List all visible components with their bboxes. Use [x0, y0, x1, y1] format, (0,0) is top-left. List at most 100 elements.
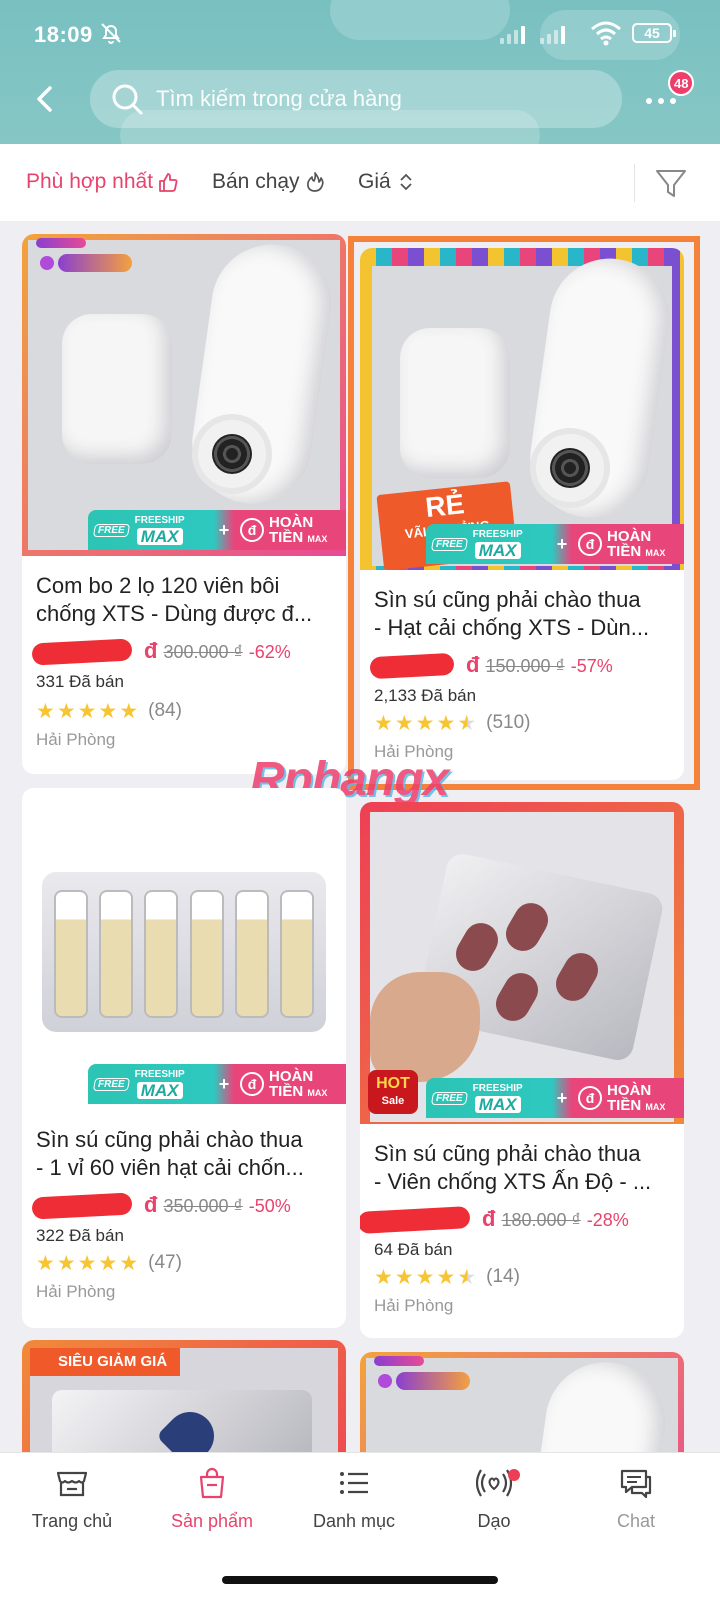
- shop-location: Hải Phòng: [36, 730, 116, 749]
- cashback-max-label: MAX: [307, 534, 328, 544]
- search-input[interactable]: [156, 86, 596, 112]
- battery-level: 45: [644, 25, 660, 41]
- sold-count: 322 Đã bán: [36, 1226, 124, 1245]
- nav-label: Sản phẩm: [170, 1511, 254, 1531]
- original-price: 300.000 ₫: [163, 642, 243, 662]
- star-icon: ★: [77, 699, 97, 723]
- shop-location: Hải Phòng: [36, 1282, 116, 1301]
- product-image: RẺ VÃI CHƯỞNG: [360, 248, 684, 570]
- star-icon: ★: [119, 1251, 139, 1275]
- cashback-d-icon: đ: [578, 1086, 602, 1110]
- freeship-tag: FREE: [430, 1091, 468, 1105]
- current-price: đ: [369, 652, 479, 680]
- shop-location: Hải Phòng: [374, 1296, 454, 1315]
- back-arrow-icon[interactable]: [28, 82, 62, 116]
- freeship-max-label: MAX: [474, 541, 521, 559]
- discount-percent: -62%: [248, 642, 291, 662]
- star-icon: ★: [98, 699, 118, 723]
- nav-chat[interactable]: Chat: [564, 1465, 708, 1545]
- sort-tab-label: Giá: [358, 170, 391, 193]
- signal-icon: [540, 24, 565, 44]
- cashback-label: HOÀN: [607, 1082, 652, 1099]
- star-icon: ★: [56, 699, 76, 723]
- star-icon: ★: [36, 699, 55, 723]
- signal-icon: [500, 24, 525, 44]
- original-price: 180.000 ₫: [501, 1210, 581, 1230]
- current-price: đ: [31, 638, 157, 666]
- freeship-label: FREESHIP: [134, 1068, 185, 1080]
- star-icon: ★: [394, 1265, 414, 1289]
- product-image: HOT Sale: [360, 802, 684, 1124]
- sort-tab-price[interactable]: Giá: [358, 170, 417, 194]
- chat-icon: [620, 1469, 652, 1499]
- divider: [634, 164, 635, 202]
- freeship-tag: FREE: [430, 537, 468, 551]
- mute-bell-icon: [101, 23, 121, 44]
- product-card[interactable]: FREE FREESHIP MAX + đ HOÀN TIỀN MAX Sìn sú c…: [22, 788, 346, 1328]
- rating: ★ ★ ★ ★ ★ (47): [36, 1252, 182, 1274]
- sold-count: 2,133 Đã bán: [374, 686, 477, 705]
- star-icon: ★: [374, 711, 393, 735]
- shopping-bag-icon: [199, 1467, 225, 1499]
- cashback-max-label: MAX: [307, 1088, 328, 1098]
- star-half-icon: ★: [457, 1265, 477, 1289]
- freeship-tag: FREE: [92, 1077, 130, 1091]
- status-bar: 18:09 45: [0, 0, 720, 64]
- sold-count: 64 Đã bán: [374, 1240, 453, 1259]
- nav-home[interactable]: Trang chủ: [0, 1465, 144, 1545]
- store-search-bar[interactable]: [90, 70, 622, 128]
- product-card[interactable]: FREE FREESHIP MAX + đ HOÀN TIỀN MAX Com bo 2…: [22, 234, 346, 774]
- star-half-icon: ★: [457, 711, 477, 735]
- star-icon: ★: [436, 1265, 456, 1289]
- discount-percent: -28%: [586, 1210, 629, 1230]
- freeship-max-label: MAX: [136, 1081, 183, 1099]
- freeship-max-label: MAX: [136, 527, 183, 545]
- thumbs-up-icon: [159, 173, 178, 192]
- nav-products[interactable]: Sản phẩm: [140, 1465, 284, 1545]
- star-icon: ★: [119, 699, 139, 723]
- super-sale-label: SIÊU GIẢM GIÁ: [30, 1348, 180, 1376]
- rating-count: (47): [148, 1252, 182, 1273]
- product-image: [22, 788, 346, 1110]
- star-icon: ★: [415, 711, 435, 735]
- nav-label: Chat: [616, 1511, 656, 1531]
- cashback-label: TIỀN: [607, 1097, 642, 1114]
- filter-icon[interactable]: [654, 164, 688, 202]
- cashback-max-label: MAX: [645, 1102, 666, 1112]
- list-icon: [340, 1472, 368, 1494]
- live-icon: [476, 1469, 512, 1497]
- product-title: Sìn sú cũng phải chào thua - Hạt cải chốn…: [374, 587, 650, 640]
- cashback-d-icon: đ: [578, 532, 602, 556]
- freeship-tag: FREE: [92, 523, 130, 537]
- freeship-cashback-banner: FREE FREESHIP MAX + đ HOÀN TIỀN MAX: [88, 1064, 346, 1104]
- cashback-label: TIỀN: [269, 1083, 304, 1100]
- product-card[interactable]: RẺ VÃI CHƯỞNG FREEFREESHIPMAX + đHOÀNTIỀ…: [360, 248, 684, 780]
- current-price: đ: [360, 1206, 495, 1234]
- rating-count: (510): [486, 712, 531, 733]
- cashback-d-icon: đ: [240, 1072, 264, 1096]
- sort-tab-label: Bán chạy: [212, 170, 300, 193]
- star-icon: ★: [394, 711, 414, 735]
- current-price: đ: [31, 1192, 157, 1220]
- cashback-max-label: MAX: [645, 548, 666, 558]
- price-row: đ 150.000 ₫ -57%: [369, 652, 613, 680]
- search-icon: [112, 84, 143, 115]
- cashback-d-icon: đ: [240, 518, 264, 542]
- sort-tab-relevance[interactable]: Phù hợp nhất: [26, 170, 179, 194]
- freeship-label: FREESHIP: [134, 514, 185, 526]
- notification-dot: [508, 1469, 520, 1481]
- status-time: 18:09: [34, 22, 93, 47]
- header: 18:09 45 48: [0, 0, 720, 144]
- product-card[interactable]: HOT Sale FREE FREESHIP MAX + đ HOÀN TIỀN MAX …: [360, 802, 684, 1338]
- nav-categories[interactable]: Danh mục: [282, 1465, 426, 1545]
- nav-label: Danh mục: [312, 1511, 396, 1531]
- product-title: Com bo 2 lọ 120 viên bôi chống XTS - Dùng…: [36, 573, 313, 626]
- shop-location: Hải Phòng: [374, 742, 454, 761]
- cashback-label: HOÀN: [607, 528, 652, 545]
- hot-sale-sticker: HOT Sale: [368, 1070, 418, 1114]
- nav-browse[interactable]: Dạo: [422, 1465, 566, 1545]
- flame-icon: [306, 172, 324, 192]
- product-image: [22, 234, 346, 556]
- home-indicator: [222, 1576, 498, 1584]
- sort-tab-best-selling[interactable]: Bán chạy: [212, 170, 326, 194]
